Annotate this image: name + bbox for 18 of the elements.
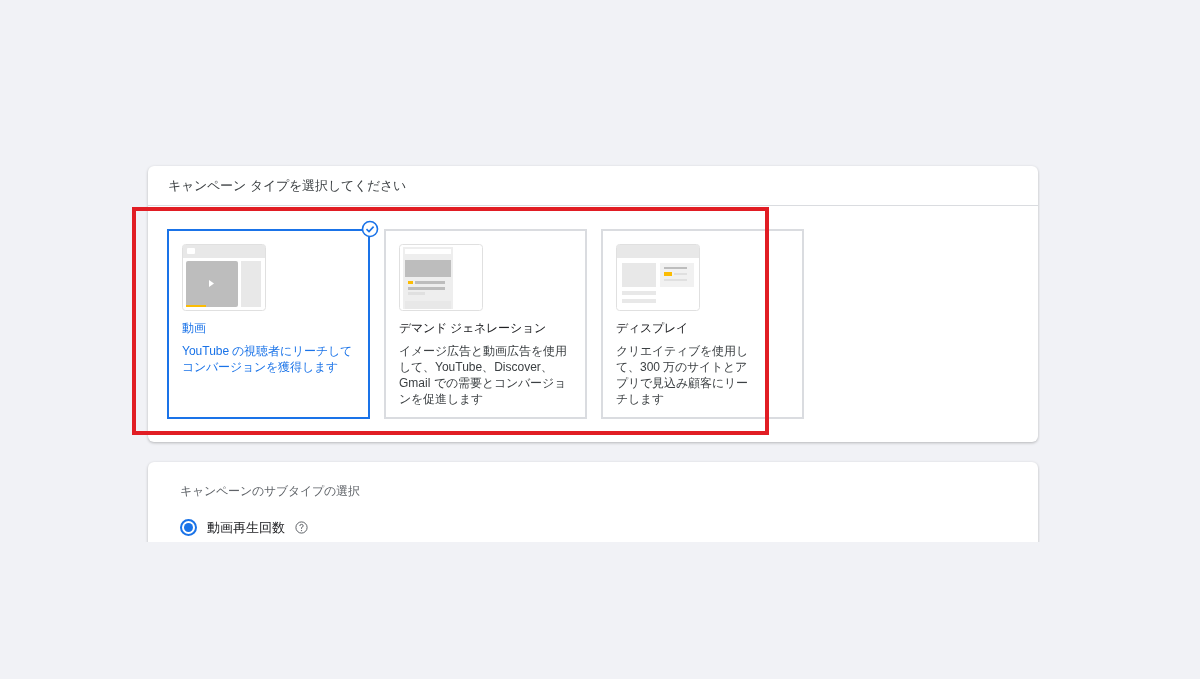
card-title: デマンド ジェネレーション bbox=[399, 320, 548, 337]
option-label: 動画再生回数 bbox=[207, 519, 285, 537]
radio-button[interactable] bbox=[180, 519, 197, 537]
display-thumbnail-icon bbox=[616, 244, 700, 311]
campaign-type-card[interactable]: デマンド ジェネレーション イメージ広告と動画広告を使用して、YouTube、Discover、Gmail での需要とコンバージョンを促進します bbox=[384, 229, 587, 419]
video-thumbnail-icon bbox=[182, 244, 266, 311]
card-description: イメージ広告と動画広告を使用して、YouTube、Discover、Gmail での需要とコンバージョンを促進します bbox=[399, 343, 568, 407]
checkmark-icon bbox=[361, 220, 379, 238]
panel-title: キャンペーンのサブタイプの選択 bbox=[180, 483, 361, 500]
card-title: ディスプレイ bbox=[616, 320, 689, 337]
card-description: YouTube の視聴者にリーチしてコンバージョンを獲得します bbox=[182, 343, 354, 375]
help-icon[interactable] bbox=[295, 521, 308, 535]
campaign-type-card[interactable]: ディスプレイ クリエイティブを使用して、300 万のサイトとアプリで見込み顧客にリーチします bbox=[601, 229, 804, 419]
panel-title: キャンペーン タイプを選択してください bbox=[168, 176, 406, 195]
feed-thumbnail-icon bbox=[399, 244, 483, 311]
card-title: 動画 bbox=[182, 320, 207, 337]
card-description: クリエイティブを使用して、300 万のサイトとアプリで見込み顧客にリーチします bbox=[616, 343, 749, 407]
campaign-type-card[interactable]: 動画 YouTube の視聴者にリーチしてコンバージョンを獲得します bbox=[167, 229, 370, 419]
